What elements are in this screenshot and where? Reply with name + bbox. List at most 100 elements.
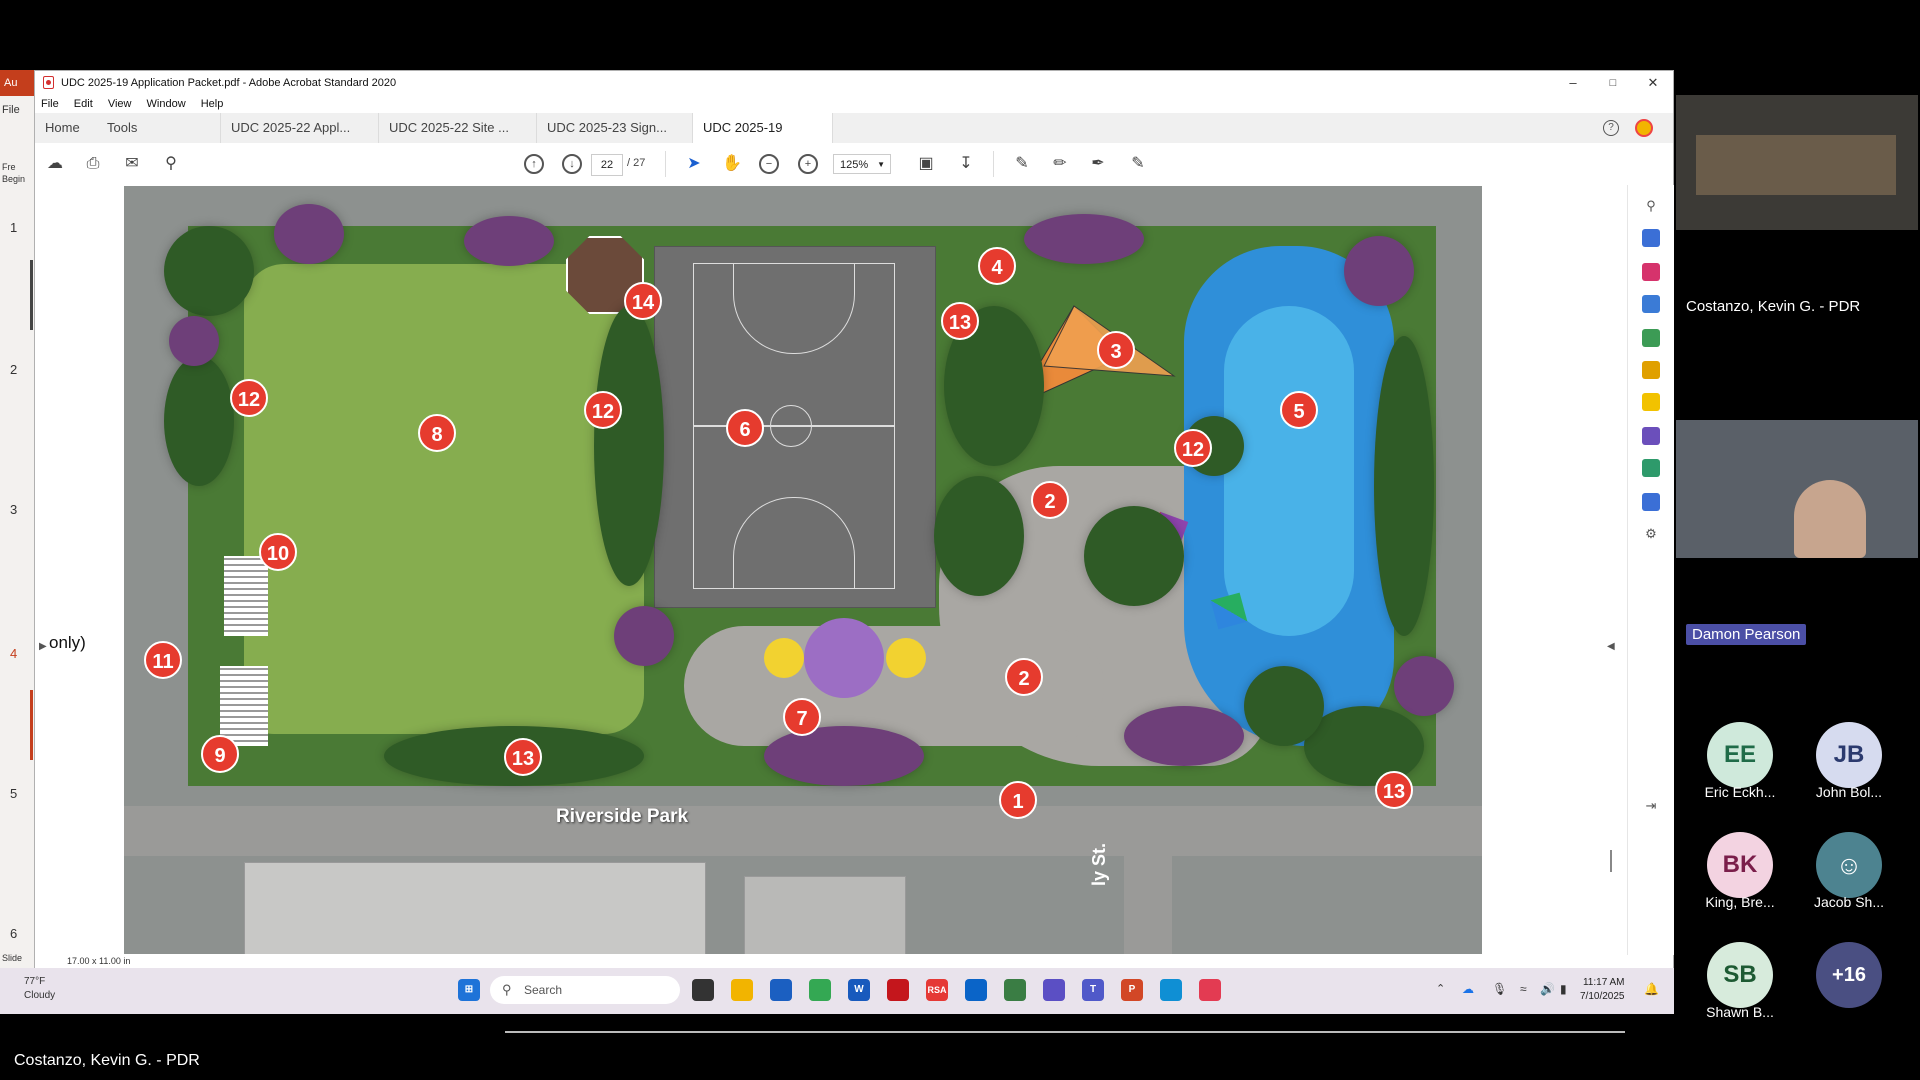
system-clock[interactable]: 11:17 AM 7/10/2025: [1580, 976, 1625, 1004]
app-icon[interactable]: [1199, 979, 1221, 1001]
page-size: 17.00 x 11.00 in: [67, 956, 131, 966]
email-icon[interactable]: ✉: [121, 153, 143, 175]
plan-marker-14: 14: [624, 282, 662, 320]
search-icon[interactable]: ⚲: [160, 153, 182, 175]
volume-icon[interactable]: 🔊: [1540, 982, 1555, 996]
tab-tools[interactable]: Tools: [97, 113, 221, 143]
page-number-input[interactable]: 22: [591, 154, 623, 176]
minimize-button[interactable]: –: [1553, 71, 1593, 95]
snipping-icon[interactable]: [1043, 979, 1065, 1001]
slide-number[interactable]: 6: [10, 926, 17, 941]
combine-files-icon[interactable]: [1642, 361, 1660, 379]
tray-chevron-icon[interactable]: ⌃: [1436, 982, 1445, 995]
outlook-icon[interactable]: [965, 979, 987, 1001]
page-fit-icon[interactable]: ▣: [915, 153, 937, 175]
plan-marker-3: 3: [1097, 331, 1135, 369]
edge-icon[interactable]: [1160, 979, 1182, 1001]
weather-widget[interactable]: 77°F Cloudy: [24, 975, 55, 1003]
rsa-icon[interactable]: RSA: [926, 979, 948, 1001]
wifi-icon[interactable]: ≈: [1520, 982, 1527, 996]
tools-pane: ⚲ ⚙ ⇥: [1627, 185, 1674, 955]
app-icon[interactable]: [770, 979, 792, 1001]
zoom-out-icon[interactable]: −: [759, 154, 779, 174]
export-pdf-icon[interactable]: [1642, 229, 1660, 247]
highlight-icon[interactable]: ✏: [1049, 153, 1071, 175]
more-tools-icon[interactable]: ⚙: [1642, 525, 1660, 543]
powerpoint-file-menu[interactable]: File: [2, 104, 20, 116]
ornamental-tree: [1024, 214, 1144, 264]
zoom-level-select[interactable]: 125% ▼: [833, 154, 891, 174]
tab-document[interactable]: UDC 2025-22 Appl...: [221, 113, 379, 143]
comment-icon[interactable]: ✎: [1011, 153, 1033, 175]
sign-icon[interactable]: ✒: [1087, 153, 1109, 175]
maximize-button[interactable]: □: [1593, 71, 1633, 95]
taskbar-search[interactable]: ⚲ Search: [490, 976, 680, 1004]
slide-number[interactable]: 2: [10, 362, 17, 377]
file-explorer-icon[interactable]: [731, 979, 753, 1001]
powerpoint-tab[interactable]: Au: [0, 70, 34, 96]
zoom-in-icon[interactable]: +: [798, 154, 818, 174]
video-tile-person[interactable]: [1676, 420, 1918, 558]
next-page-icon[interactable]: ↓: [562, 154, 582, 174]
expand-left-pane-icon[interactable]: ▶: [39, 641, 47, 652]
print-production-icon[interactable]: [1642, 459, 1660, 477]
start-button[interactable]: ⊞: [458, 979, 480, 1001]
acrobat-icon[interactable]: [887, 979, 909, 1001]
collapse-tools-icon[interactable]: ⇥: [1642, 797, 1660, 815]
protect-icon[interactable]: [1642, 493, 1660, 511]
word-icon[interactable]: W: [848, 979, 870, 1001]
print-icon[interactable]: ⎙: [82, 153, 104, 175]
plan-marker-12: 12: [584, 391, 622, 429]
create-pdf-icon[interactable]: [1642, 295, 1660, 313]
account-avatar[interactable]: [1635, 119, 1653, 137]
tab-document[interactable]: UDC 2025-23 Sign...: [537, 113, 693, 143]
teams-icon[interactable]: T: [1082, 979, 1104, 1001]
fill-sign-icon[interactable]: [1642, 427, 1660, 445]
comment-tool-icon[interactable]: [1642, 393, 1660, 411]
vertical-scrollbar[interactable]: [1610, 850, 1612, 872]
hand-tool-icon[interactable]: ✋: [721, 153, 743, 175]
help-icon[interactable]: ?: [1603, 120, 1619, 136]
onedrive-icon[interactable]: ☁: [1462, 982, 1474, 996]
close-window-button[interactable]: ✕: [1633, 71, 1673, 95]
slide-number[interactable]: 4: [10, 646, 17, 661]
tab-document[interactable]: UDC 2025-22 Site ...: [379, 113, 537, 143]
participant-avatar[interactable]: EE: [1707, 722, 1773, 788]
video-tile-room[interactable]: [1676, 95, 1918, 230]
menu-help[interactable]: Help: [201, 95, 224, 113]
menu-window[interactable]: Window: [147, 95, 186, 113]
collapse-right-pane-icon[interactable]: ◀: [1607, 641, 1615, 652]
upload-icon[interactable]: ☁: [44, 153, 66, 175]
tab-home[interactable]: Home: [35, 113, 97, 143]
horizontal-scrollbar[interactable]: [505, 1031, 1625, 1033]
previous-page-icon[interactable]: ↑: [524, 154, 544, 174]
participant-avatar[interactable]: BK: [1707, 832, 1773, 898]
organize-pages-icon[interactable]: [1642, 263, 1660, 281]
participant-avatar[interactable]: JB: [1816, 722, 1882, 788]
weather-desc: Cloudy: [24, 990, 56, 1001]
chrome-icon[interactable]: [809, 979, 831, 1001]
participant-avatar[interactable]: SB: [1707, 942, 1773, 1008]
select-cursor-icon[interactable]: ➤: [683, 153, 705, 175]
menu-file[interactable]: File: [41, 95, 59, 113]
tab-document-active[interactable]: UDC 2025-19 Appl...✕: [693, 113, 833, 165]
edit-pdf-icon[interactable]: ✎: [1127, 153, 1149, 175]
compare-icon[interactable]: [1642, 329, 1660, 347]
microphone-icon[interactable]: 🎙: [1492, 982, 1507, 996]
task-view-icon[interactable]: [692, 979, 714, 1001]
zoom-tool-icon[interactable]: ⚲: [1642, 197, 1660, 215]
participant-avatar[interactable]: ☺: [1816, 832, 1882, 898]
more-participants-button[interactable]: +16: [1816, 942, 1882, 1008]
scroll-mode-icon[interactable]: ↧: [955, 153, 977, 175]
powerpoint-icon[interactable]: P: [1121, 979, 1143, 1001]
notification-icon[interactable]: 🔔: [1644, 982, 1659, 996]
slide-number[interactable]: 1: [10, 220, 17, 235]
menu-edit[interactable]: Edit: [74, 95, 93, 113]
slide-thumbnail[interactable]: [30, 690, 33, 760]
menu-view[interactable]: View: [108, 95, 132, 113]
slide-thumbnail[interactable]: [30, 260, 33, 330]
network-app-icon[interactable]: [1004, 979, 1026, 1001]
slide-number[interactable]: 3: [10, 502, 17, 517]
battery-icon[interactable]: ▮: [1560, 982, 1567, 996]
slide-number[interactable]: 5: [10, 786, 17, 801]
